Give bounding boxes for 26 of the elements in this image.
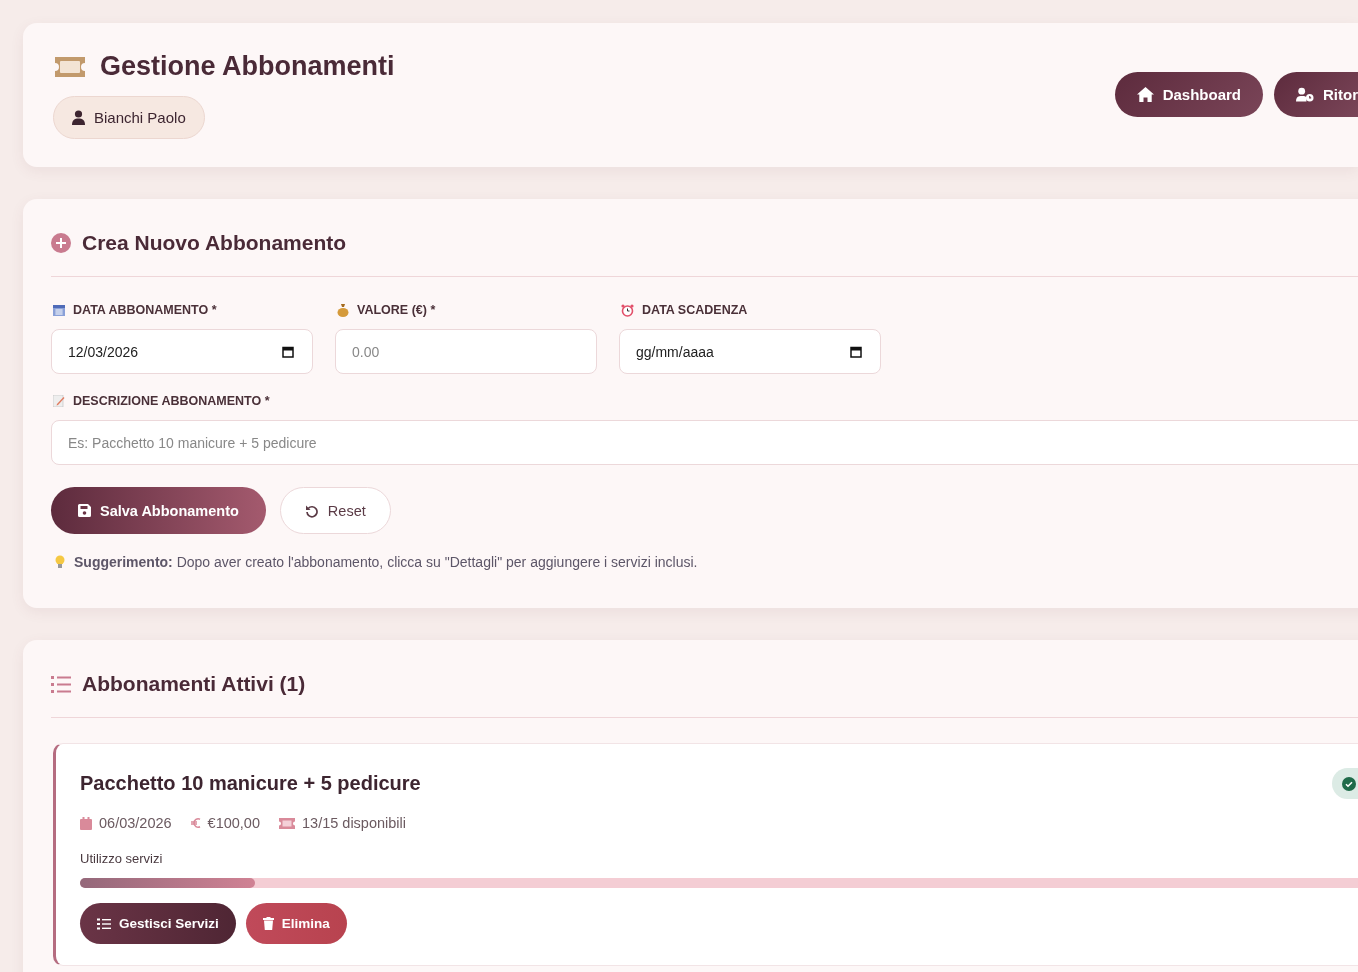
date-field[interactable]: gg/mm/aaaa (619, 329, 881, 374)
date-value: gg/mm/aaaa (636, 343, 714, 360)
date-field[interactable]: 12/03/2026 (51, 329, 313, 374)
save-button[interactable]: Salva Abbonamento (51, 487, 266, 534)
client-name: Bianchi Paolo (94, 109, 186, 126)
section-title: Crea Nuovo Abbonamento (82, 231, 347, 255)
usage-label: Utilizzo servizi (80, 851, 164, 866)
field-label: DATA SCADENZA (642, 303, 748, 317)
availability-text: 13/15 disponibili (302, 815, 406, 831)
field-label: DESCRIZIONE ABBONAMENTO * (73, 394, 270, 408)
value-field[interactable]: 0.00 (335, 329, 597, 374)
start-date: 06/03/2026 (99, 815, 172, 831)
value-text: €100,00 (207, 815, 260, 831)
hint-text: Suggerimento: Dopo aver creato l'abbonamento, clicca su "Dettagli" per aggiungere i servizi inclusi. (74, 554, 698, 570)
field-label: VALORE (€) * (357, 303, 436, 317)
dashboard-button[interactable]: Dashboard (1114, 72, 1263, 117)
page-title: Gestione Abbonamenti (100, 51, 395, 82)
subscription-title: Pacchetto 10 manicure + 5 pedicure (80, 772, 421, 795)
section-title: Abbonamenti Attivi (1) (82, 672, 306, 696)
reset-button[interactable]: Reset (279, 487, 391, 534)
delete-button[interactable]: Elimina (245, 903, 347, 944)
back-button[interactable]: Ritor (1274, 72, 1358, 117)
description-field[interactable]: Es: Pacchetto 10 manicure + 5 pedicure (51, 420, 1358, 465)
field-label: DATA ABBONAMENTO * (73, 303, 217, 317)
manage-services-button[interactable]: Gestisci Servizi (80, 903, 236, 944)
date-value: 12/03/2026 (68, 343, 139, 360)
